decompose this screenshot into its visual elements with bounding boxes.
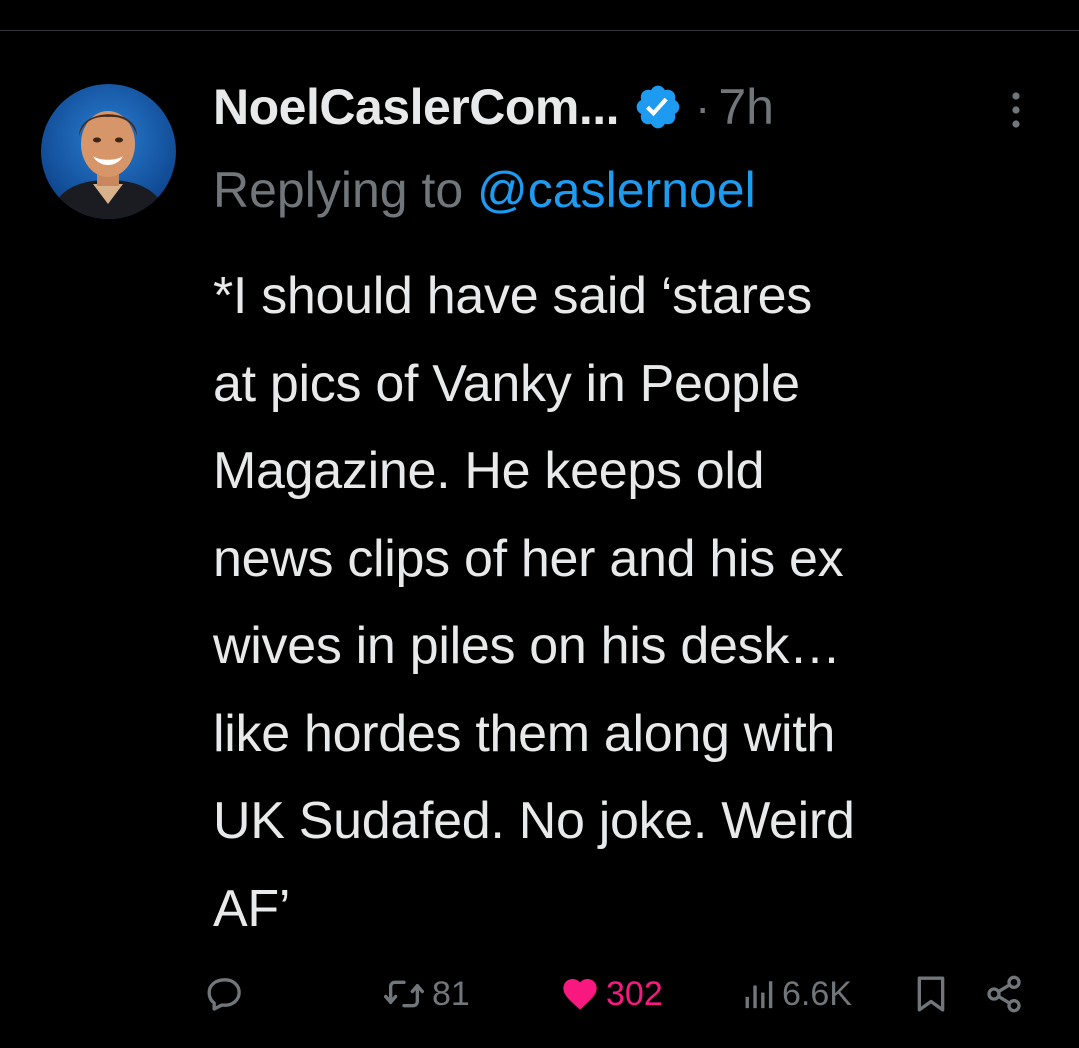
more-options-icon[interactable] bbox=[1004, 88, 1028, 132]
like-count: 302 bbox=[606, 974, 663, 1013]
share-icon bbox=[984, 974, 1024, 1014]
tweet-text-line: at pics of Vanky in People bbox=[213, 354, 800, 413]
like-button[interactable]: 302 bbox=[560, 968, 663, 1020]
views-count: 6.6K bbox=[782, 974, 852, 1013]
tweet-time[interactable]: 7h bbox=[718, 78, 774, 136]
separator-dot: · bbox=[695, 81, 711, 133]
verified-badge-icon[interactable] bbox=[633, 82, 683, 132]
tweet-text-line: UK Sudafed. No joke. Weird bbox=[213, 792, 855, 850]
tweet-text-line: AF’ bbox=[213, 879, 291, 938]
avatar[interactable] bbox=[41, 84, 176, 219]
tweet-header: NoelCaslerCom... · 7h bbox=[213, 76, 1043, 138]
bookmark-button[interactable] bbox=[914, 968, 948, 1020]
tweet-text-line: like hordes them along with bbox=[213, 704, 836, 763]
bookmark-icon bbox=[914, 974, 948, 1014]
tweet-actions-bar: 81 302 6.6K bbox=[0, 968, 1079, 1020]
replying-to-line: Replying to @caslernoel bbox=[213, 160, 756, 220]
heart-filled-icon bbox=[560, 974, 600, 1014]
retweet-icon bbox=[382, 974, 426, 1014]
reply-button[interactable] bbox=[205, 968, 245, 1020]
retweet-count: 81 bbox=[432, 974, 470, 1013]
retweet-button[interactable]: 81 bbox=[382, 968, 470, 1020]
tweet-text: *I should have said ‘stares at pics of V… bbox=[213, 253, 1053, 953]
tweet-text-line: news clips of her and his ex bbox=[213, 529, 844, 588]
tweet-text-line: Magazine. He keeps old bbox=[213, 442, 765, 500]
replying-to-label: Replying to bbox=[213, 162, 478, 218]
share-button[interactable] bbox=[984, 968, 1024, 1020]
avatar-image bbox=[41, 84, 176, 219]
reply-icon bbox=[205, 974, 245, 1014]
views-bar-chart-icon bbox=[742, 976, 776, 1012]
views-button[interactable]: 6.6K bbox=[742, 968, 852, 1020]
author-display-name[interactable]: NoelCaslerCom... bbox=[213, 78, 620, 136]
tweet-text-line: wives in piles on his desk… bbox=[213, 617, 841, 675]
reply-handle-link[interactable]: @caslernoel bbox=[477, 162, 756, 218]
tweet-text-line: *I should have said ‘stares bbox=[213, 267, 812, 325]
top-divider bbox=[0, 30, 1079, 31]
